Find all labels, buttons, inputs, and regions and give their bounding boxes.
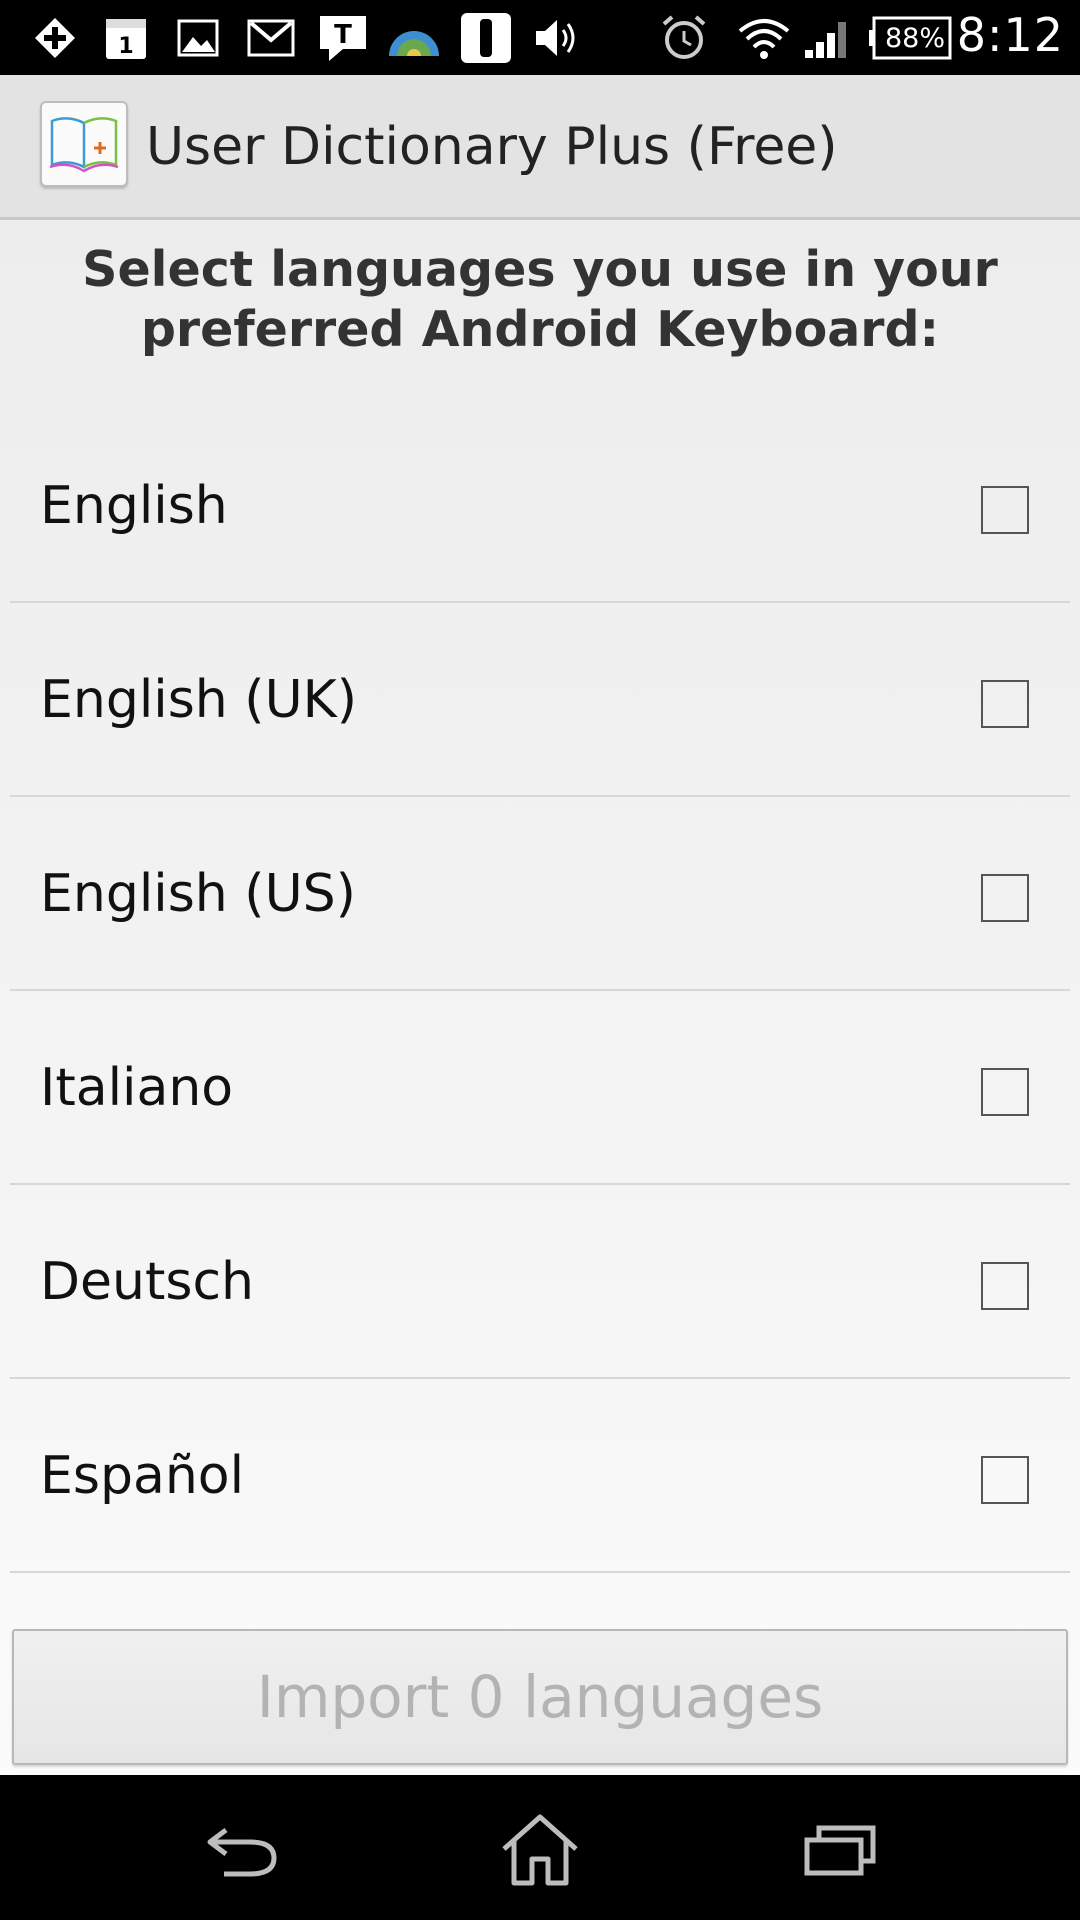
wifi-icon	[736, 12, 792, 64]
language-label: English (US)	[40, 864, 356, 924]
dictionary-book-icon[interactable]	[40, 101, 128, 187]
battery-percent: 88%	[884, 22, 945, 54]
app-notification-icon	[458, 12, 514, 64]
language-selection-panel: Select languages you use in your preferr…	[0, 220, 1080, 1775]
gmail-icon	[244, 12, 298, 64]
calendar-day: 1	[118, 34, 133, 59]
plus-notification-icon	[30, 12, 80, 64]
recents-icon[interactable]	[790, 1805, 890, 1895]
language-checkbox[interactable]	[981, 1456, 1029, 1504]
status-clock: 8:12	[956, 8, 1064, 62]
home-icon[interactable]	[490, 1805, 590, 1895]
language-checkbox[interactable]	[981, 1068, 1029, 1116]
volume-icon	[530, 12, 584, 64]
language-row-espanol[interactable]: Español	[10, 1379, 1070, 1573]
language-label: Italiano	[40, 1058, 234, 1118]
app-title: User Dictionary Plus (Free)	[146, 117, 838, 177]
gallery-icon	[172, 12, 224, 64]
language-label: Español	[40, 1446, 245, 1506]
language-checkbox[interactable]	[981, 680, 1029, 728]
signal-icon	[800, 12, 856, 64]
battery-icon: 88%	[866, 12, 956, 64]
language-row-italiano[interactable]: Italiano	[10, 991, 1070, 1185]
back-icon[interactable]	[192, 1805, 292, 1895]
alarm-icon	[656, 12, 712, 64]
language-row-english-us[interactable]: English (US)	[10, 797, 1070, 991]
navigation-bar	[0, 1775, 1080, 1920]
language-label: English	[40, 476, 228, 536]
action-bar: User Dictionary Plus (Free)	[0, 75, 1080, 220]
globe-app-icon	[386, 12, 442, 64]
language-row-english[interactable]: English	[10, 409, 1070, 603]
language-checkbox[interactable]	[981, 874, 1029, 922]
language-checkbox[interactable]	[981, 1262, 1029, 1310]
language-row-deutsch[interactable]: Deutsch	[10, 1185, 1070, 1379]
instructions-header: Select languages you use in your preferr…	[82, 241, 998, 358]
language-checkbox[interactable]	[981, 486, 1029, 534]
language-label: English (UK)	[40, 670, 358, 730]
status-bar: 1 T 88% 8:12	[0, 0, 1080, 75]
talk-letter: T	[334, 20, 352, 50]
calendar-icon: 1	[100, 12, 152, 64]
import-languages-button[interactable]: Import 0 languages	[12, 1629, 1068, 1765]
language-row-english-uk[interactable]: English (UK)	[10, 603, 1070, 797]
talk-icon: T	[316, 12, 370, 64]
language-label: Deutsch	[40, 1252, 255, 1312]
